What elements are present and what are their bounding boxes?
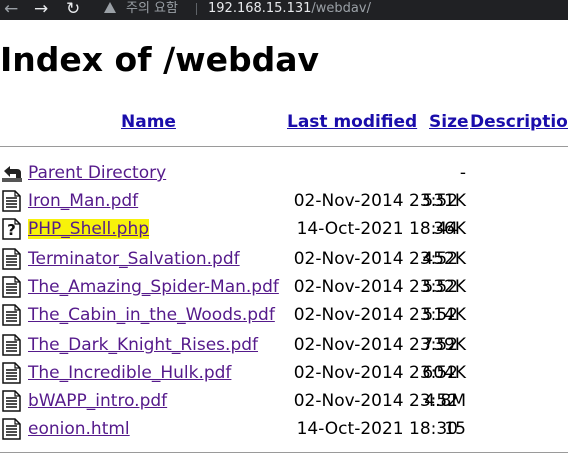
file-size: - [459, 163, 466, 183]
file-size: 514K [422, 305, 466, 325]
file-size: 739K [422, 335, 466, 355]
back-icon [2, 162, 22, 184]
file-link[interactable]: The_Cabin_in_the_Woods.pdf [28, 305, 275, 325]
file-link[interactable]: Iron_Man.pdf [28, 191, 138, 211]
document-icon [2, 248, 22, 270]
document-icon [2, 334, 22, 356]
file-size: 36K [433, 219, 466, 239]
svg-text:?: ? [7, 221, 16, 239]
modified-date: 14-Oct-2021 18:30 [296, 419, 458, 439]
sort-by-name-link[interactable]: Name [121, 112, 176, 132]
table-row: ? PHP_Shell.php 14-Oct-2021 18:44 36K [0, 216, 568, 244]
url-path: /webdav/ [311, 1, 371, 16]
file-link[interactable]: The_Incredible_Hulk.pdf [28, 363, 231, 383]
document-icon [2, 304, 22, 326]
document-icon [2, 190, 22, 212]
file-size: 531K [422, 191, 466, 211]
table-row: The_Incredible_Hulk.pdf 02-Nov-2014 23:52… [0, 360, 568, 388]
table-row: bWAPP_intro.pdf 02-Nov-2014 23:52 4.8M [0, 388, 568, 416]
table-row: The_Cabin_in_the_Woods.pdf 02-Nov-2014 23… [0, 302, 568, 330]
file-link[interactable]: The_Dark_Knight_Rises.pdf [28, 335, 258, 355]
footer-divider [0, 452, 568, 453]
warning-icon[interactable] [104, 2, 116, 13]
sort-by-description-link[interactable]: Description [470, 112, 568, 132]
document-icon [2, 362, 22, 384]
document-icon [2, 418, 22, 440]
sort-by-last-modified-link[interactable]: Last modified [287, 112, 417, 132]
reload-icon[interactable]: ↻ [66, 0, 80, 20]
file-link[interactable]: Parent Directory [28, 163, 166, 183]
back-arrow-icon[interactable]: ← [4, 0, 18, 20]
file-link[interactable]: Terminator_Salvation.pdf [28, 249, 240, 269]
security-warning-label[interactable]: 주의 요함 [126, 0, 178, 17]
document-icon [2, 276, 22, 298]
unknown-file-icon: ? [2, 218, 22, 240]
file-size: 15 [444, 419, 466, 439]
header-divider [0, 146, 568, 147]
file-link[interactable]: PHP_Shell.php [28, 219, 150, 239]
file-size: 4.8M [424, 391, 466, 411]
sort-by-size-link[interactable]: Size [429, 112, 469, 132]
browser-toolbar: ← → ↻ 주의 요함 192.168.15.131/webdav/ [0, 0, 568, 20]
table-row: Terminator_Salvation.pdf 02-Nov-2014 23:5… [0, 246, 568, 274]
file-link[interactable]: bWAPP_intro.pdf [28, 391, 167, 411]
table-row: The_Amazing_Spider-Man.pdf 02-Nov-2014 23… [0, 274, 568, 302]
url-host: 192.168.15.131 [208, 1, 312, 16]
address-separator [196, 3, 197, 15]
document-icon [2, 390, 22, 412]
table-row: Parent Directory - [0, 160, 568, 188]
address-bar[interactable]: 192.168.15.131/webdav/ [208, 0, 371, 17]
table-row: The_Dark_Knight_Rises.pdf 02-Nov-2014 23:… [0, 332, 568, 360]
table-row: Iron_Man.pdf 02-Nov-2014 23:52 531K [0, 188, 568, 216]
forward-arrow-icon[interactable]: → [34, 0, 48, 20]
file-size: 532K [422, 277, 466, 297]
table-row: eonion.html 14-Oct-2021 18:30 15 [0, 416, 568, 444]
file-link[interactable]: eonion.html [28, 419, 130, 439]
file-size: 452K [422, 249, 466, 269]
page-title: Index of /webdav [0, 40, 320, 79]
file-size: 604K [422, 363, 466, 383]
file-link[interactable]: The_Amazing_Spider-Man.pdf [28, 277, 279, 297]
